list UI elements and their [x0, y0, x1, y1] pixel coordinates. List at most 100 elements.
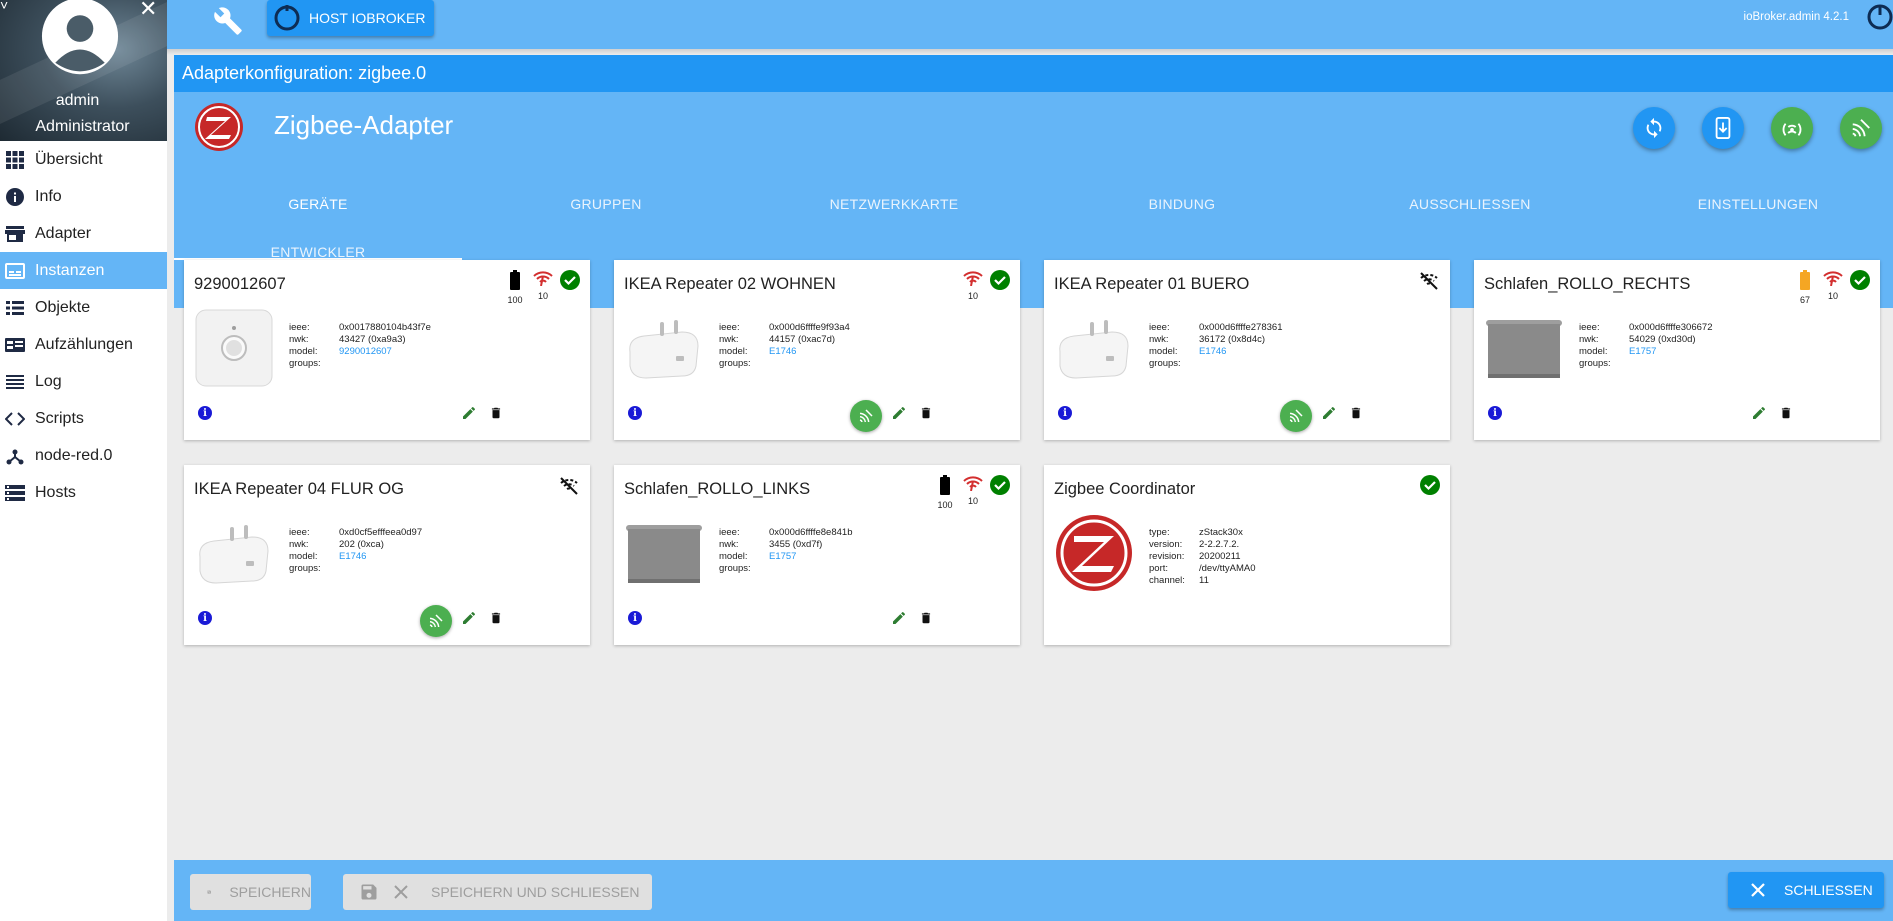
wrench-icon[interactable]: [213, 6, 243, 36]
pairing-button[interactable]: [1280, 400, 1312, 432]
device-properties: ieee: 0x000d6ffffe306672 nwk: 54029 (0xd30d…: [1579, 322, 1712, 370]
signal-value: 10: [967, 291, 978, 301]
backup-button[interactable]: [1702, 107, 1744, 149]
pairing-button[interactable]: [1840, 107, 1882, 149]
delete-button[interactable]: [486, 608, 506, 628]
device-properties: type: zStack30x version: 2-2.2.7.2. revision…: [1149, 527, 1256, 587]
sidebar-item-node-red[interactable]: node-red.0: [0, 437, 167, 474]
sidebar-item-label: node-red.0: [35, 446, 113, 464]
delete-button[interactable]: [486, 403, 506, 423]
property-row: model: E1746: [289, 551, 422, 563]
chevron-down-icon[interactable]: ˅: [0, 0, 8, 13]
info-button[interactable]: i: [628, 406, 642, 420]
edit-button[interactable]: [889, 403, 909, 423]
model-link[interactable]: E1746: [339, 551, 366, 563]
sidebar-item-label: Objekte: [35, 298, 91, 316]
info-button[interactable]: i: [198, 611, 212, 625]
delete-button[interactable]: [1776, 403, 1796, 423]
model-link[interactable]: E1746: [1199, 346, 1226, 358]
pairing-icon: [1852, 119, 1870, 137]
refresh-icon: [1646, 117, 1662, 139]
tab-exclude[interactable]: AUSSCHLIESSEN: [1326, 180, 1614, 228]
device-image: [194, 513, 274, 593]
edit-button[interactable]: [459, 403, 479, 423]
property-key: groups:: [719, 563, 751, 574]
refresh-button[interactable]: [1633, 107, 1675, 149]
pairing-button[interactable]: [850, 400, 882, 432]
edit-button[interactable]: [1749, 403, 1769, 423]
close-icon: [1751, 883, 1765, 897]
battery-icon: [509, 270, 521, 295]
edit-button[interactable]: [459, 608, 479, 628]
info-button[interactable]: i: [1058, 406, 1072, 420]
check-circle-icon: [1420, 475, 1440, 500]
property-key: model:: [719, 551, 748, 562]
avatar[interactable]: [39, 0, 121, 78]
device-image: [1484, 308, 1564, 388]
info-button[interactable]: i: [198, 406, 212, 420]
property-row: port: /dev/ttyAMA0: [1149, 563, 1256, 575]
property-row: ieee: 0x000d6ffffe306672: [1579, 322, 1712, 334]
device-image: [194, 308, 274, 388]
user-name: admin: [55, 92, 100, 109]
signal-indicator: 10: [532, 270, 554, 301]
property-value: 3455 (0xd7f): [769, 539, 823, 550]
status-group: [1420, 475, 1440, 500]
sidebar-item-objects[interactable]: Objekte: [0, 289, 167, 326]
sidebar-item-overview[interactable]: Übersicht: [0, 141, 167, 178]
sidebar-item-adapter[interactable]: Adapter: [0, 215, 167, 252]
model-link[interactable]: E1757: [769, 551, 796, 563]
tab-groups[interactable]: GRUPPEN: [462, 180, 750, 228]
property-row: nwk: 36172 (0x8d4c): [1149, 334, 1282, 346]
sidebar-item-scripts[interactable]: Scripts: [0, 400, 167, 437]
delete-button[interactable]: [916, 403, 936, 423]
property-key: groups:: [1579, 358, 1611, 369]
close-button[interactable]: SCHLIESSEN: [1728, 872, 1884, 908]
property-row: groups:: [719, 358, 850, 370]
status-group: [558, 475, 580, 502]
sidebar: ˅ ✕ admin Administrator Übersicht Info Ada…: [0, 0, 167, 921]
edit-button[interactable]: [889, 608, 909, 628]
sidebar-item-info[interactable]: Info: [0, 178, 167, 215]
device-title: 9290012607: [194, 275, 286, 293]
signal-icon: [962, 270, 984, 291]
battery-indicator: 100: [504, 270, 526, 305]
model-link[interactable]: E1757: [1629, 346, 1656, 358]
host-button[interactable]: HOST IOBROKER: [267, 0, 434, 36]
delete-button[interactable]: [916, 608, 936, 628]
tab-network-map[interactable]: NETZWERKKARTE: [750, 180, 1038, 228]
property-key: ieee:: [719, 527, 740, 538]
power-icon[interactable]: [1863, 2, 1893, 32]
device-card: Schlafen_ROLLO_LINKS 100 10 ieee: 0x000d6fff…: [614, 465, 1020, 645]
tab-devices[interactable]: GERÄTE: [174, 180, 462, 228]
sidebar-item-hosts[interactable]: Hosts: [0, 474, 167, 511]
property-key: groups:: [289, 563, 321, 574]
tab-binding[interactable]: BINDUNG: [1038, 180, 1326, 228]
delete-button[interactable]: [1346, 403, 1366, 423]
model-link[interactable]: 9290012607: [339, 346, 392, 358]
instances-icon: [4, 260, 26, 282]
tab-settings[interactable]: EINSTELLUNGEN: [1614, 180, 1893, 228]
property-row: groups:: [289, 358, 431, 370]
property-row: model: E1746: [1149, 346, 1282, 358]
signal-indicator: 10: [962, 270, 984, 301]
save-close-button[interactable]: SPEICHERN UND SCHLIESSEN: [343, 874, 652, 910]
save-button[interactable]: SPEICHERN: [190, 874, 311, 910]
sidebar-item-log[interactable]: Log: [0, 363, 167, 400]
property-key: groups:: [1149, 358, 1181, 369]
footer-bar: SPEICHERN SPEICHERN UND SCHLIESSEN SCHLI…: [174, 860, 1893, 921]
property-row: groups:: [1149, 358, 1282, 370]
sidebar-item-enums[interactable]: Aufzählungen: [0, 326, 167, 363]
sidebar-item-label: Log: [35, 372, 62, 390]
model-link[interactable]: E1746: [769, 346, 796, 358]
edit-button[interactable]: [1319, 403, 1339, 423]
pairing-button[interactable]: [420, 605, 452, 637]
property-row: nwk: 43427 (0xa9a3): [289, 334, 431, 346]
info-button[interactable]: i: [1488, 406, 1502, 420]
status-group: 100 10: [934, 475, 1010, 510]
sidebar-item-instances[interactable]: Instanzen: [0, 252, 167, 289]
info-button[interactable]: i: [628, 611, 642, 625]
scan-button[interactable]: [1771, 107, 1813, 149]
property-key: ieee:: [1149, 322, 1170, 333]
close-icon[interactable]: ✕: [139, 0, 157, 22]
